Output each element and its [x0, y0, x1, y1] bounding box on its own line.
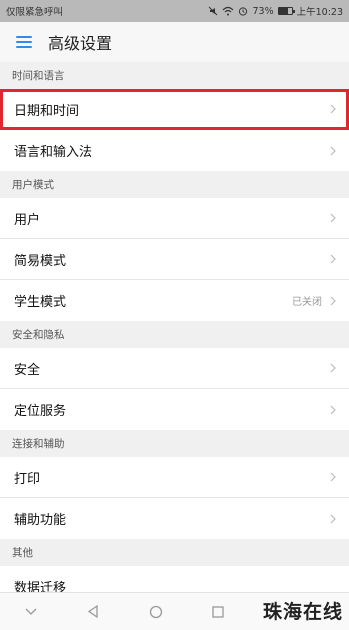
row-student-mode[interactable]: 学生模式 已关闭 — [0, 280, 349, 321]
chevron-right-icon — [330, 254, 336, 264]
row-label: 用户 — [14, 212, 41, 228]
home-icon[interactable] — [148, 604, 164, 620]
watermark: 珠海在线 — [262, 601, 343, 623]
status-text: 仅限紧急呼叫 — [6, 7, 64, 18]
row-label: 辅助功能 — [14, 513, 67, 528]
row-label: 学生模式 — [14, 295, 67, 310]
battery-icon — [277, 7, 295, 15]
row-simple-mode[interactable]: 简易模式 — [0, 239, 349, 280]
row-label: 定位服务 — [14, 404, 67, 419]
section-header-connect: 连接和辅助 — [0, 430, 349, 457]
chevron-right-icon — [330, 213, 336, 223]
battery-percent: 73% — [252, 5, 274, 17]
section-header-user-mode: 用户模式 — [0, 171, 349, 198]
app-bar: 高级设置 — [0, 22, 349, 62]
row-label: 安全 — [14, 362, 41, 378]
status-time: 上午10:23 — [296, 7, 343, 18]
row-label: 简易模式 — [14, 253, 67, 269]
row-label: 语言和输入法 — [14, 145, 93, 160]
chevron-right-icon — [330, 104, 336, 114]
row-location[interactable]: 定位服务 — [0, 389, 349, 430]
row-label: 打印 — [14, 471, 41, 487]
down-icon[interactable] — [23, 604, 39, 620]
wifi-icon — [222, 6, 234, 16]
chevron-right-icon — [330, 405, 336, 414]
section-header-time-language: 时间和语言 — [0, 62, 349, 89]
mute-icon — [208, 6, 218, 16]
recents-icon[interactable] — [210, 604, 226, 620]
chevron-right-icon — [330, 514, 336, 523]
row-value: 已关闭 — [292, 297, 322, 308]
chevron-right-icon — [330, 363, 336, 373]
back-icon[interactable] — [85, 604, 101, 620]
row-user[interactable]: 用户 — [0, 198, 349, 239]
section-header-security: 安全和隐私 — [0, 321, 349, 348]
row-language-input[interactable]: 语言和输入法 — [0, 130, 349, 171]
chevron-right-icon — [330, 296, 336, 305]
page-title: 高级设置 — [48, 34, 113, 53]
chevron-right-icon — [330, 472, 336, 482]
status-bar: 仅限紧急呼叫 73% 上午10:23 — [0, 0, 349, 22]
row-date-time[interactable]: 日期和时间 — [0, 89, 349, 130]
section-header-other: 其他 — [0, 539, 349, 566]
row-security[interactable]: 安全 — [0, 348, 349, 389]
row-print[interactable]: 打印 — [0, 457, 349, 498]
row-label: 日期和时间 — [14, 103, 80, 119]
chevron-right-icon — [330, 146, 336, 155]
row-accessibility[interactable]: 辅助功能 — [0, 498, 349, 539]
alarm-icon — [238, 6, 248, 16]
menu-icon[interactable] — [16, 36, 32, 48]
